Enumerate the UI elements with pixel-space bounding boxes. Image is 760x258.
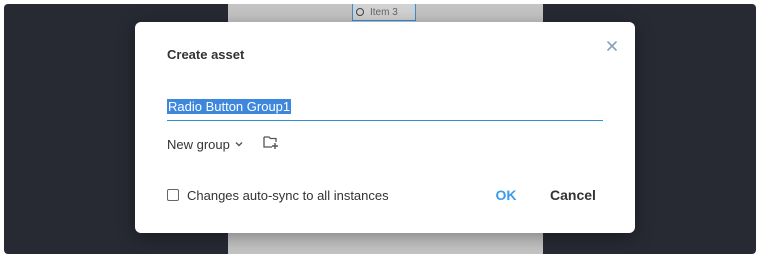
folder-plus-icon[interactable] [262, 133, 280, 151]
auto-sync-row: Changes auto-sync to all instances [167, 186, 389, 204]
cancel-button[interactable]: Cancel [545, 185, 601, 205]
radio-icon [356, 8, 364, 16]
ok-button[interactable]: OK [487, 185, 525, 205]
group-dropdown[interactable]: New group [167, 135, 243, 153]
auto-sync-checkbox[interactable] [167, 189, 179, 201]
close-icon[interactable] [605, 39, 619, 53]
create-asset-dialog: Create asset Radio Button Group1 New gro… [135, 22, 635, 233]
canvas-item-label: Item 3 [370, 6, 398, 18]
group-dropdown-label: New group [167, 136, 230, 152]
canvas-radio-item: Item 3 [352, 4, 416, 21]
asset-name-input[interactable]: Radio Button Group1 [167, 99, 603, 121]
chevron-down-icon [235, 142, 243, 147]
dialog-title: Create asset [167, 47, 245, 62]
auto-sync-label[interactable]: Changes auto-sync to all instances [187, 188, 389, 203]
asset-name-value: Radio Button Group1 [167, 99, 292, 114]
